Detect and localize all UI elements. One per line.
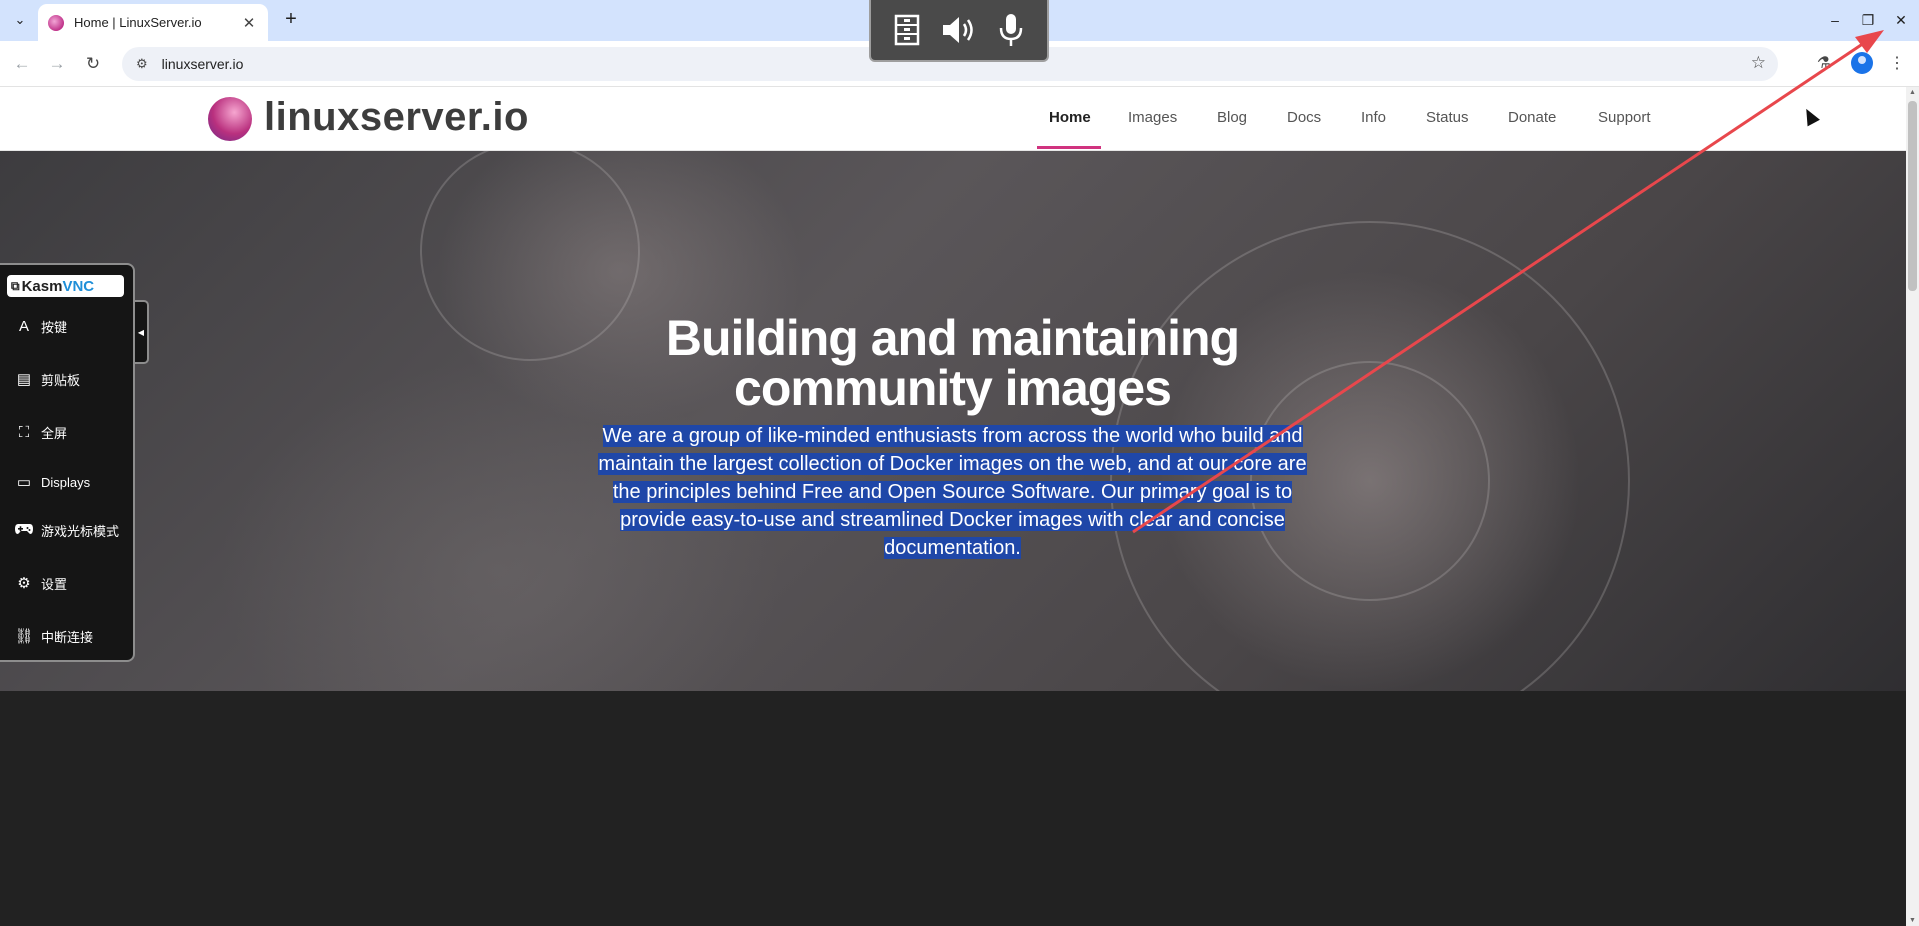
file-cabinet-icon[interactable]: [887, 10, 927, 50]
hero-description: We are a group of like-minded enthusiast…: [589, 422, 1316, 562]
linuxserver-logo-icon[interactable]: [208, 97, 252, 141]
hero-section: Building and maintaining community image…: [0, 151, 1906, 691]
linuxserver-favicon-icon: [48, 14, 64, 31]
disconnect-icon: ⛓: [14, 628, 34, 645]
tab-search-icon[interactable]: ⌄: [6, 8, 34, 32]
nav-docs[interactable]: Docs: [1287, 109, 1321, 126]
kasm-settings-button[interactable]: ⚙ 设置: [14, 571, 67, 595]
kasmvnc-logo: ⧉ Kasm VNC: [7, 275, 124, 297]
browser-tab[interactable]: Home | LinuxServer.io ✕: [38, 4, 268, 41]
site-info-icon[interactable]: ⚙: [136, 56, 148, 72]
forward-button[interactable]: →: [45, 52, 69, 76]
nav-donate[interactable]: Donate: [1508, 109, 1556, 126]
close-window-button[interactable]: ✕: [1886, 6, 1916, 34]
bookmark-star-icon[interactable]: ☆: [1751, 53, 1766, 73]
scrollbar-thumb[interactable]: [1908, 101, 1917, 291]
labs-flask-icon[interactable]: ⚗: [1812, 52, 1836, 76]
kasm-disconnect-button[interactable]: ⛓ 中断连接: [14, 624, 93, 648]
nav-home[interactable]: Home: [1049, 109, 1091, 126]
kasm-item-label: 全屏: [41, 425, 68, 441]
speaker-icon[interactable]: [939, 10, 979, 50]
nav-support[interactable]: Support: [1598, 109, 1651, 126]
tab-close-icon[interactable]: ✕: [240, 14, 258, 32]
back-button[interactable]: ←: [10, 52, 34, 76]
minimize-button[interactable]: –: [1820, 6, 1850, 34]
content-section: [0, 691, 1906, 926]
kasm-panel-collapse-handle[interactable]: ◀: [135, 300, 149, 364]
gear-icon: ⚙: [17, 575, 31, 592]
nav-info[interactable]: Info: [1361, 109, 1386, 126]
tab-title: Home | LinuxServer.io: [74, 15, 202, 30]
kasm-logo-icon: ⧉: [11, 278, 20, 293]
browser-menu-icon[interactable]: ⋮: [1885, 52, 1909, 76]
nav-images[interactable]: Images: [1128, 109, 1177, 126]
kasm-audio-bar: [869, 0, 1049, 62]
reload-button[interactable]: ↻: [81, 52, 105, 76]
kasm-displays-button[interactable]: ▭ Displays: [14, 470, 90, 494]
clipboard-icon: ▤: [16, 371, 32, 388]
kasm-item-label: Displays: [41, 474, 91, 490]
page-scrollbar[interactable]: ▲ ▼: [1906, 87, 1919, 926]
kasm-keys-button[interactable]: A 按键: [14, 314, 67, 338]
nav-active-underline: [1037, 146, 1101, 149]
fullscreen-icon: ⛶: [18, 423, 30, 441]
monitor-icon: ▭: [16, 474, 32, 491]
restore-button[interactable]: ❐: [1853, 6, 1883, 34]
hero-title: Building and maintaining community image…: [590, 313, 1315, 413]
profile-avatar[interactable]: [1851, 52, 1873, 74]
site-header: linuxserver.io Home Images Blog Docs Inf…: [0, 87, 1906, 151]
kasm-item-label: 按键: [41, 319, 68, 335]
kasmvnc-control-panel: ⧉ Kasm VNC A 按键 ▤ 剪贴板 ⛶ 全屏 ▭ Displays 游戏…: [0, 263, 135, 662]
hero-description-selected: We are a group of like-minded enthusiast…: [598, 425, 1307, 559]
kasm-fullscreen-button[interactable]: ⛶ 全屏: [14, 420, 67, 444]
keyboard-icon: A: [18, 317, 29, 335]
gamepad-icon: [14, 522, 34, 539]
kasm-logo-text: Kasm: [21, 277, 63, 295]
kasm-game-cursor-button[interactable]: 游戏光标模式: [14, 518, 119, 542]
nav-status[interactable]: Status: [1426, 109, 1469, 126]
kasm-item-label: 中断连接: [41, 629, 94, 645]
scroll-up-icon[interactable]: ▲: [1909, 89, 1916, 96]
kasm-clipboard-button[interactable]: ▤ 剪贴板: [14, 367, 80, 391]
kasm-item-label: 剪贴板: [41, 372, 81, 388]
hero-title-line1: Building and maintaining: [665, 310, 1240, 366]
nav-blog[interactable]: Blog: [1217, 109, 1247, 126]
section-heading-partial: [700, 909, 1200, 926]
microphone-icon[interactable]: [991, 10, 1031, 50]
new-tab-button[interactable]: +: [278, 8, 304, 32]
vnc-logo-text: VNC: [62, 277, 95, 295]
url-text: linuxserver.io: [161, 56, 244, 72]
scroll-down-icon[interactable]: ▼: [1909, 917, 1916, 924]
screen: ⌄ Home | LinuxServer.io ✕ + – ❐ ✕ ← → ↻ …: [0, 0, 1919, 926]
site-logo-text[interactable]: linuxserver.io: [264, 95, 529, 140]
kasm-item-label: 设置: [41, 576, 68, 592]
hero-title-line2: community images: [734, 360, 1172, 416]
kasm-item-label: 游戏光标模式: [41, 523, 120, 539]
